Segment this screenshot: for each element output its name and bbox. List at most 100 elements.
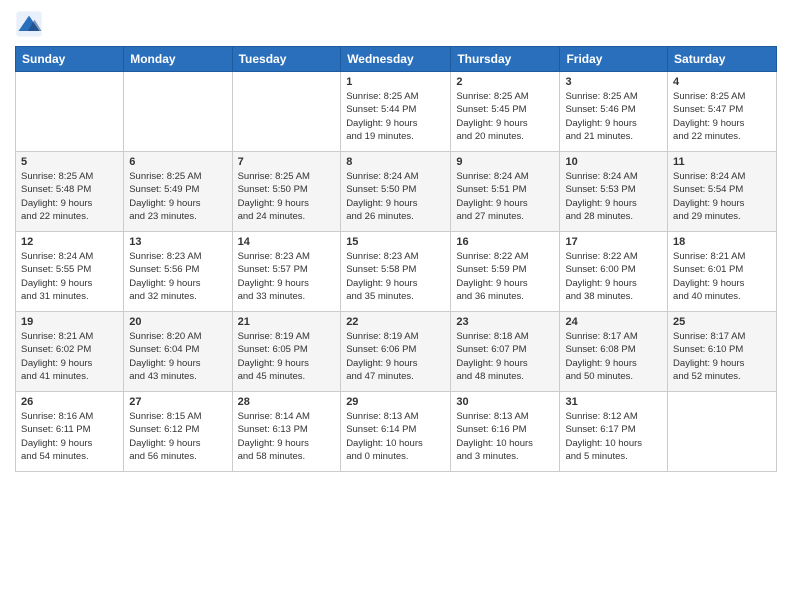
calendar-cell: 25 Sunrise: 8:17 AM Sunset: 6:10 PM Dayli… [668, 312, 777, 392]
day-number: 4 [673, 76, 771, 88]
day-number: 7 [238, 156, 336, 168]
day-number: 16 [456, 236, 554, 248]
day-info: Sunrise: 8:20 AM Sunset: 6:04 PM Dayligh… [129, 330, 226, 383]
calendar-cell: 15 Sunrise: 8:23 AM Sunset: 5:58 PM Dayli… [341, 232, 451, 312]
calendar-cell: 31 Sunrise: 8:12 AM Sunset: 6:17 PM Dayli… [560, 392, 668, 472]
day-info: Sunrise: 8:24 AM Sunset: 5:51 PM Dayligh… [456, 170, 554, 223]
col-header-friday: Friday [560, 47, 668, 72]
day-info: Sunrise: 8:16 AM Sunset: 6:11 PM Dayligh… [21, 410, 118, 463]
day-info: Sunrise: 8:25 AM Sunset: 5:44 PM Dayligh… [346, 90, 445, 143]
calendar-cell [232, 72, 341, 152]
calendar-cell: 5 Sunrise: 8:25 AM Sunset: 5:48 PM Daylig… [16, 152, 124, 232]
calendar-cell: 12 Sunrise: 8:24 AM Sunset: 5:55 PM Dayli… [16, 232, 124, 312]
calendar-cell: 9 Sunrise: 8:24 AM Sunset: 5:51 PM Daylig… [451, 152, 560, 232]
calendar-week-row: 1 Sunrise: 8:25 AM Sunset: 5:44 PM Daylig… [16, 72, 777, 152]
calendar-cell: 17Sunrise: 8:22 AM Sunset: 6:00 PM Dayli… [560, 232, 668, 312]
day-info: Sunrise: 8:19 AM Sunset: 6:05 PM Dayligh… [238, 330, 336, 383]
day-number: 30 [456, 396, 554, 408]
day-number: 15 [346, 236, 445, 248]
header [15, 10, 777, 38]
calendar-cell: 13Sunrise: 8:23 AM Sunset: 5:56 PM Dayli… [124, 232, 232, 312]
day-number: 14 [238, 236, 336, 248]
logo [15, 10, 47, 38]
day-info: Sunrise: 8:25 AM Sunset: 5:48 PM Dayligh… [21, 170, 118, 223]
day-info: Sunrise: 8:23 AM Sunset: 5:58 PM Dayligh… [346, 250, 445, 303]
day-number: 6 [129, 156, 226, 168]
calendar-cell: 1 Sunrise: 8:25 AM Sunset: 5:44 PM Daylig… [341, 72, 451, 152]
calendar-cell: 11 Sunrise: 8:24 AM Sunset: 5:54 PM Dayli… [668, 152, 777, 232]
calendar-table: SundayMondayTuesdayWednesdayThursdayFrid… [15, 46, 777, 472]
col-header-sunday: Sunday [16, 47, 124, 72]
calendar-cell: 8Sunrise: 8:24 AM Sunset: 5:50 PM Daylig… [341, 152, 451, 232]
day-info: Sunrise: 8:25 AM Sunset: 5:50 PM Dayligh… [238, 170, 336, 223]
day-number: 19 [21, 316, 118, 328]
day-info: Sunrise: 8:23 AM Sunset: 5:57 PM Dayligh… [238, 250, 336, 303]
day-info: Sunrise: 8:21 AM Sunset: 6:01 PM Dayligh… [673, 250, 771, 303]
day-number: 13 [129, 236, 226, 248]
calendar-cell: 18 Sunrise: 8:21 AM Sunset: 6:01 PM Dayli… [668, 232, 777, 312]
day-number: 8 [346, 156, 445, 168]
day-number: 2 [456, 76, 554, 88]
day-info: Sunrise: 8:24 AM Sunset: 5:55 PM Dayligh… [21, 250, 118, 303]
day-info: Sunrise: 8:15 AM Sunset: 6:12 PM Dayligh… [129, 410, 226, 463]
calendar-cell [668, 392, 777, 472]
calendar-cell: 26 Sunrise: 8:16 AM Sunset: 6:11 PM Dayli… [16, 392, 124, 472]
day-number: 17 [565, 236, 662, 248]
day-info: Sunrise: 8:17 AM Sunset: 6:08 PM Dayligh… [565, 330, 662, 383]
calendar-cell: 24 Sunrise: 8:17 AM Sunset: 6:08 PM Dayli… [560, 312, 668, 392]
col-header-tuesday: Tuesday [232, 47, 341, 72]
day-number: 11 [673, 156, 771, 168]
day-number: 25 [673, 316, 771, 328]
day-number: 28 [238, 396, 336, 408]
logo-icon [15, 10, 43, 38]
day-info: Sunrise: 8:25 AM Sunset: 5:47 PM Dayligh… [673, 90, 771, 143]
calendar-cell: 19 Sunrise: 8:21 AM Sunset: 6:02 PM Dayli… [16, 312, 124, 392]
day-number: 29 [346, 396, 445, 408]
day-info: Sunrise: 8:25 AM Sunset: 5:46 PM Dayligh… [565, 90, 662, 143]
day-number: 5 [21, 156, 118, 168]
day-info: Sunrise: 8:12 AM Sunset: 6:17 PM Dayligh… [565, 410, 662, 463]
calendar-cell: 20 Sunrise: 8:20 AM Sunset: 6:04 PM Dayli… [124, 312, 232, 392]
calendar-cell: 30 Sunrise: 8:13 AM Sunset: 6:16 PM Dayli… [451, 392, 560, 472]
day-info: Sunrise: 8:17 AM Sunset: 6:10 PM Dayligh… [673, 330, 771, 383]
day-info: Sunrise: 8:19 AM Sunset: 6:06 PM Dayligh… [346, 330, 445, 383]
col-header-monday: Monday [124, 47, 232, 72]
day-number: 23 [456, 316, 554, 328]
day-number: 12 [21, 236, 118, 248]
day-info: Sunrise: 8:24 AM Sunset: 5:54 PM Dayligh… [673, 170, 771, 223]
calendar-cell [16, 72, 124, 152]
day-number: 31 [565, 396, 662, 408]
col-header-saturday: Saturday [668, 47, 777, 72]
day-number: 20 [129, 316, 226, 328]
calendar-week-row: 12 Sunrise: 8:24 AM Sunset: 5:55 PM Dayli… [16, 232, 777, 312]
calendar-week-row: 19 Sunrise: 8:21 AM Sunset: 6:02 PM Dayli… [16, 312, 777, 392]
day-info: Sunrise: 8:18 AM Sunset: 6:07 PM Dayligh… [456, 330, 554, 383]
day-info: Sunrise: 8:25 AM Sunset: 5:49 PM Dayligh… [129, 170, 226, 223]
day-info: Sunrise: 8:24 AM Sunset: 5:53 PM Dayligh… [565, 170, 662, 223]
col-header-wednesday: Wednesday [341, 47, 451, 72]
day-number: 24 [565, 316, 662, 328]
day-number: 1 [346, 76, 445, 88]
calendar-cell: 14 Sunrise: 8:23 AM Sunset: 5:57 PM Dayli… [232, 232, 341, 312]
day-info: Sunrise: 8:13 AM Sunset: 6:14 PM Dayligh… [346, 410, 445, 463]
day-info: Sunrise: 8:25 AM Sunset: 5:45 PM Dayligh… [456, 90, 554, 143]
day-number: 3 [565, 76, 662, 88]
calendar-cell: 28 Sunrise: 8:14 AM Sunset: 6:13 PM Dayli… [232, 392, 341, 472]
day-info: Sunrise: 8:13 AM Sunset: 6:16 PM Dayligh… [456, 410, 554, 463]
calendar-cell: 23 Sunrise: 8:18 AM Sunset: 6:07 PM Dayli… [451, 312, 560, 392]
day-number: 22 [346, 316, 445, 328]
day-number: 26 [21, 396, 118, 408]
calendar-cell: 27 Sunrise: 8:15 AM Sunset: 6:12 PM Dayli… [124, 392, 232, 472]
day-number: 18 [673, 236, 771, 248]
calendar-cell: 29 Sunrise: 8:13 AM Sunset: 6:14 PM Dayli… [341, 392, 451, 472]
calendar-cell: 16Sunrise: 8:22 AM Sunset: 5:59 PM Dayli… [451, 232, 560, 312]
calendar-cell: 21Sunrise: 8:19 AM Sunset: 6:05 PM Dayli… [232, 312, 341, 392]
calendar-week-row: 5 Sunrise: 8:25 AM Sunset: 5:48 PM Daylig… [16, 152, 777, 232]
day-number: 27 [129, 396, 226, 408]
day-number: 9 [456, 156, 554, 168]
calendar-cell: 7 Sunrise: 8:25 AM Sunset: 5:50 PM Daylig… [232, 152, 341, 232]
day-info: Sunrise: 8:21 AM Sunset: 6:02 PM Dayligh… [21, 330, 118, 383]
day-info: Sunrise: 8:14 AM Sunset: 6:13 PM Dayligh… [238, 410, 336, 463]
day-number: 10 [565, 156, 662, 168]
col-header-thursday: Thursday [451, 47, 560, 72]
